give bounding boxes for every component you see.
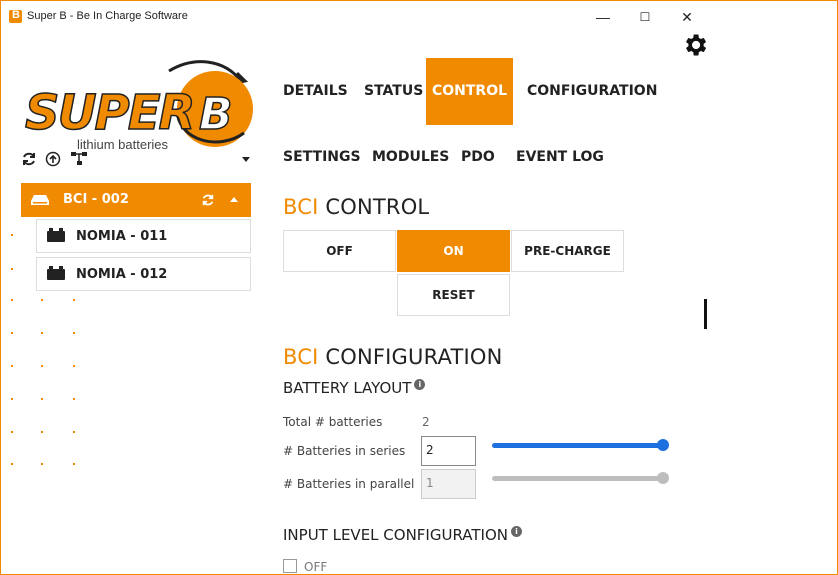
info-icon[interactable]: i bbox=[414, 379, 426, 390]
battery-layout-title: BATTERY LAYOUT bbox=[283, 379, 412, 397]
input-level-heading: INPUT LEVEL CONFIGURATION i bbox=[283, 526, 522, 544]
battery-icon bbox=[47, 266, 65, 280]
app-icon bbox=[9, 9, 22, 23]
reset-button[interactable]: RESET bbox=[397, 274, 510, 316]
pre-charge-button[interactable]: PRE-CHARGE bbox=[511, 230, 624, 272]
heading-accent: BCI bbox=[283, 195, 319, 219]
total-batteries-label: Total # batteries bbox=[283, 415, 383, 429]
chevron-down-icon[interactable] bbox=[242, 157, 250, 162]
tree-item-label: NOMIA - 012 bbox=[76, 267, 168, 282]
bci-configuration-heading: BCI CONFIGURATION bbox=[283, 345, 503, 369]
subtab-modules[interactable]: MODULES bbox=[372, 149, 449, 165]
input-level-checkbox[interactable] bbox=[283, 559, 297, 573]
svg-text:SUPER: SUPER bbox=[25, 85, 193, 141]
off-button[interactable]: OFF bbox=[283, 230, 396, 272]
logo-tagline: lithium batteries bbox=[77, 137, 169, 152]
series-label: # Batteries in series bbox=[283, 444, 406, 458]
refresh-icon[interactable] bbox=[201, 193, 215, 207]
tree-item-nomia-012[interactable]: NOMIA - 012 bbox=[36, 257, 251, 291]
network-icon[interactable] bbox=[71, 151, 87, 167]
bci-icon bbox=[31, 195, 49, 205]
subtab-pdo[interactable]: PDO bbox=[461, 149, 495, 165]
heading-accent: BCI bbox=[283, 345, 319, 369]
tree-item-nomia-011[interactable]: NOMIA - 011 bbox=[36, 219, 251, 253]
subtab-settings[interactable]: SETTINGS bbox=[283, 149, 361, 165]
series-slider[interactable] bbox=[492, 443, 667, 448]
maximize-button[interactable]: ☐ bbox=[631, 5, 659, 29]
svg-text:B: B bbox=[199, 89, 233, 140]
tree-item-label: BCI - 002 bbox=[63, 192, 129, 207]
battery-layout-heading: BATTERY LAYOUT i bbox=[283, 379, 426, 397]
super-b-logo: SUPER B lithium batteries bbox=[24, 60, 253, 152]
parallel-label: # Batteries in parallel bbox=[283, 477, 415, 491]
heading-rest: CONTROL bbox=[318, 195, 430, 219]
tree-item-bci-002[interactable]: BCI - 002 bbox=[21, 183, 251, 217]
series-slider-thumb[interactable] bbox=[657, 439, 669, 451]
refresh-icon[interactable] bbox=[21, 151, 37, 167]
title-bar: Super B - Be In Charge Software — ☐ ✕ bbox=[1, 1, 837, 31]
minimize-button[interactable]: — bbox=[589, 5, 617, 29]
heading-rest: CONFIGURATION bbox=[318, 345, 503, 369]
text-cursor bbox=[704, 299, 707, 329]
tree-item-label: NOMIA - 011 bbox=[76, 229, 168, 244]
series-input[interactable]: 2 bbox=[421, 436, 476, 466]
input-level-title: INPUT LEVEL CONFIGURATION bbox=[283, 526, 508, 544]
input-level-checkbox-label: OFF bbox=[304, 560, 328, 574]
tab-control[interactable]: CONTROL bbox=[426, 58, 513, 125]
parallel-slider[interactable] bbox=[492, 476, 667, 481]
upload-icon[interactable] bbox=[45, 151, 61, 167]
battery-icon bbox=[47, 228, 65, 242]
subtab-event-log[interactable]: EVENT LOG bbox=[516, 149, 604, 165]
info-icon[interactable]: i bbox=[510, 526, 522, 537]
total-batteries-value: 2 bbox=[422, 415, 430, 429]
tab-details[interactable]: DETAILS bbox=[269, 58, 362, 125]
chevron-up-icon[interactable] bbox=[230, 197, 238, 202]
parallel-input[interactable]: 1 bbox=[421, 469, 476, 499]
gear-icon[interactable] bbox=[681, 31, 709, 59]
parallel-slider-thumb[interactable] bbox=[657, 472, 669, 484]
tab-status[interactable]: STATUS bbox=[350, 58, 437, 125]
close-button[interactable]: ✕ bbox=[673, 5, 701, 29]
on-button[interactable]: ON bbox=[397, 230, 510, 272]
window-title: Super B - Be In Charge Software bbox=[27, 10, 188, 22]
bci-control-heading: BCI CONTROL bbox=[283, 195, 429, 219]
tab-configuration[interactable]: CONFIGURATION bbox=[513, 58, 671, 125]
